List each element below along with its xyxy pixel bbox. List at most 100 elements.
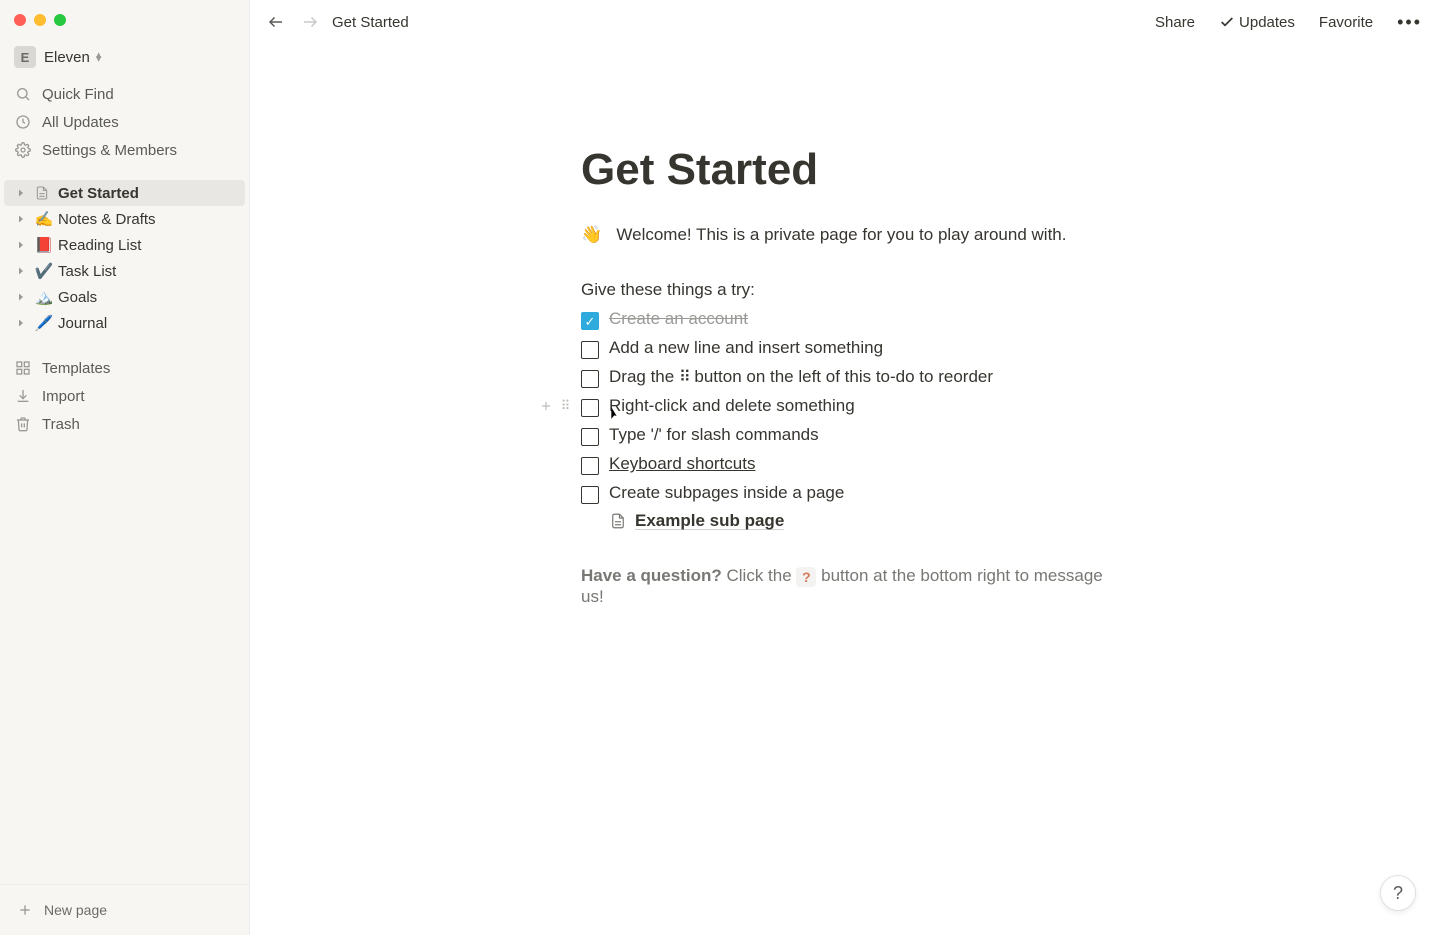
- search-icon: [14, 85, 32, 103]
- page-content: Get Started 👋 Welcome! This is a private…: [485, 144, 1205, 607]
- drag-handle-icon[interactable]: ⠿: [557, 396, 575, 416]
- drag-handle-glyph-icon: ⠿: [679, 369, 690, 386]
- todo-text[interactable]: Keyboard shortcuts: [609, 454, 755, 474]
- todo-list: ✓ Create an account Add a new line and ins…: [581, 305, 1109, 508]
- chevron-right-icon[interactable]: [12, 210, 30, 228]
- trash-icon: [14, 415, 32, 433]
- nav-forward-button[interactable]: [298, 10, 322, 34]
- page-tree: Get Started✍️Notes & Drafts📕Reading List…: [0, 176, 249, 340]
- new-page-label: New page: [44, 902, 107, 918]
- chevron-updown-icon: ▴▾: [96, 51, 102, 63]
- subpage-link[interactable]: Example sub page: [581, 508, 1109, 534]
- todo-text[interactable]: Right-click and delete something: [609, 396, 855, 416]
- quick-find-button[interactable]: Quick Find: [6, 80, 243, 108]
- todo-text[interactable]: Create an account: [609, 309, 748, 329]
- todo-text[interactable]: Type '/' for slash commands: [609, 425, 819, 445]
- sidebar-page-label: Journal: [58, 315, 107, 332]
- todo-row[interactable]: ✓ Create an account: [581, 305, 1109, 334]
- page-emoji-icon: ✔️: [34, 262, 54, 280]
- chevron-right-icon[interactable]: [12, 184, 30, 202]
- templates-icon: [14, 359, 32, 377]
- welcome-block[interactable]: 👋 Welcome! This is a private page for yo…: [581, 221, 1109, 248]
- todo-row[interactable]: ⠿Right-click and delete something: [581, 392, 1109, 421]
- download-icon: [14, 387, 32, 405]
- page-emoji-icon: [34, 185, 54, 201]
- sidebar-page-item[interactable]: ✍️Notes & Drafts: [4, 206, 245, 232]
- settings-members-button[interactable]: Settings & Members: [6, 136, 243, 164]
- sidebar-page-item[interactable]: 📕Reading List: [4, 232, 245, 258]
- gear-icon: [14, 141, 32, 159]
- help-fab-button[interactable]: ?: [1380, 875, 1416, 911]
- more-button[interactable]: •••: [1393, 8, 1426, 37]
- main-area: Get Started Share Updates Favorite ••• G…: [250, 0, 1440, 935]
- todo-checkbox[interactable]: [581, 457, 599, 475]
- topbar-actions: Share Updates Favorite •••: [1151, 8, 1426, 37]
- todo-row[interactable]: Create subpages inside a page: [581, 479, 1109, 508]
- import-button[interactable]: Import: [6, 382, 243, 410]
- subpage-label: Example sub page: [635, 511, 784, 531]
- workspace-avatar: E: [14, 46, 36, 68]
- todo-row[interactable]: Type '/' for slash commands: [581, 421, 1109, 450]
- close-window-icon[interactable]: [14, 14, 26, 26]
- sidebar-page-label: Reading List: [58, 237, 141, 254]
- topbar: Get Started Share Updates Favorite •••: [250, 0, 1440, 44]
- templates-label: Templates: [42, 360, 110, 377]
- chevron-right-icon[interactable]: [12, 236, 30, 254]
- todo-text[interactable]: Add a new line and insert something: [609, 338, 883, 358]
- settings-members-label: Settings & Members: [42, 142, 177, 159]
- page-title[interactable]: Get Started: [581, 144, 1109, 197]
- todo-checkbox[interactable]: [581, 370, 599, 388]
- todo-text[interactable]: Drag the ⠿ button on the left of this to…: [609, 367, 993, 387]
- page-body[interactable]: Get Started 👋 Welcome! This is a private…: [250, 44, 1440, 647]
- breadcrumb[interactable]: Get Started: [332, 14, 409, 31]
- todo-checkbox[interactable]: [581, 399, 599, 417]
- todo-checkbox[interactable]: [581, 428, 599, 446]
- todo-checkbox[interactable]: ✓: [581, 312, 599, 330]
- page-emoji-icon: 🏔️: [34, 288, 54, 306]
- todo-text[interactable]: Create subpages inside a page: [609, 483, 844, 503]
- favorite-button[interactable]: Favorite: [1315, 10, 1377, 35]
- help-pre: Click the: [722, 566, 797, 585]
- sidebar-footer: New page: [0, 884, 249, 935]
- trash-button[interactable]: Trash: [6, 410, 243, 438]
- check-icon: [1219, 14, 1235, 30]
- updates-button[interactable]: Updates: [1215, 10, 1299, 35]
- sidebar-lower: Templates Import Trash: [0, 340, 249, 442]
- chevron-right-icon[interactable]: [12, 288, 30, 306]
- templates-button[interactable]: Templates: [6, 354, 243, 382]
- clock-icon: [14, 113, 32, 131]
- workspace-switcher[interactable]: E Eleven ▴▾: [0, 40, 249, 78]
- help-question: Have a question?: [581, 566, 722, 585]
- page-emoji-icon: 🖊️: [34, 314, 54, 332]
- sidebar-page-item[interactable]: Get Started: [4, 180, 245, 206]
- sidebar-page-item[interactable]: 🏔️Goals: [4, 284, 245, 310]
- block-handles: ⠿: [537, 396, 575, 416]
- sidebar-page-label: Goals: [58, 289, 97, 306]
- all-updates-button[interactable]: All Updates: [6, 108, 243, 136]
- todo-row[interactable]: Keyboard shortcuts: [581, 450, 1109, 479]
- try-heading[interactable]: Give these things a try:: [581, 276, 1109, 303]
- sidebar-page-label: Task List: [58, 263, 116, 280]
- todo-row[interactable]: Drag the ⠿ button on the left of this to…: [581, 363, 1109, 392]
- maximize-window-icon[interactable]: [54, 14, 66, 26]
- help-footer[interactable]: Have a question? Click the ? button at t…: [581, 566, 1109, 607]
- sidebar-page-item[interactable]: 🖊️Journal: [4, 310, 245, 336]
- add-block-button[interactable]: [537, 396, 555, 416]
- minimize-window-icon[interactable]: [34, 14, 46, 26]
- help-chip-icon: ?: [796, 567, 816, 587]
- chevron-right-icon[interactable]: [12, 314, 30, 332]
- new-page-button[interactable]: New page: [6, 895, 243, 925]
- sidebar-page-item[interactable]: ✔️Task List: [4, 258, 245, 284]
- share-button[interactable]: Share: [1151, 10, 1199, 35]
- window-controls: [0, 0, 249, 40]
- todo-row[interactable]: Add a new line and insert something: [581, 334, 1109, 363]
- todo-checkbox[interactable]: [581, 486, 599, 504]
- todo-checkbox[interactable]: [581, 341, 599, 359]
- plus-icon: [16, 901, 34, 919]
- page-emoji-icon: 📕: [34, 236, 54, 254]
- quick-find-label: Quick Find: [42, 86, 114, 103]
- nav-back-button[interactable]: [264, 10, 288, 34]
- page-icon: [609, 512, 627, 530]
- chevron-right-icon[interactable]: [12, 262, 30, 280]
- updates-label: Updates: [1239, 14, 1295, 31]
